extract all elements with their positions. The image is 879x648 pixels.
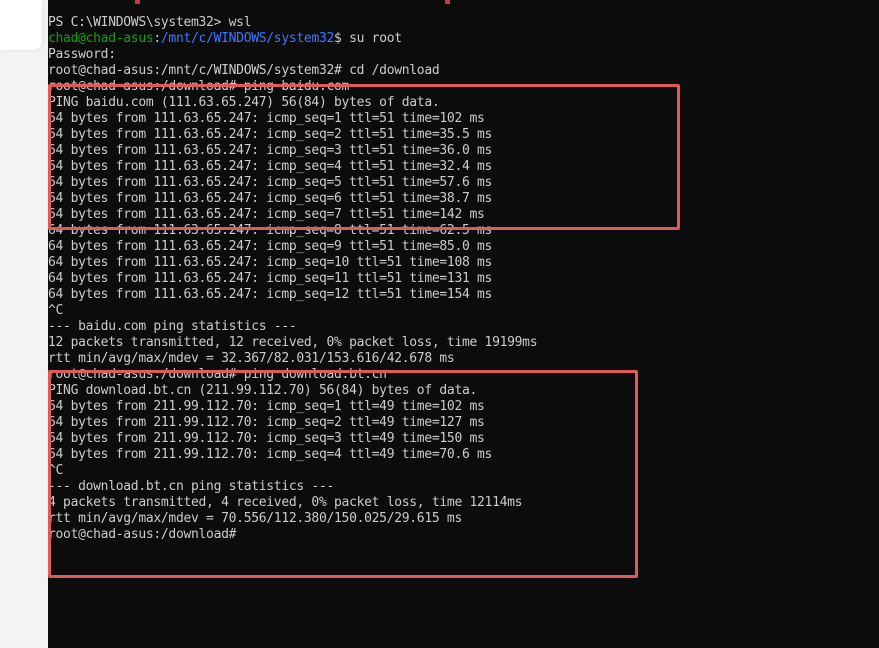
terminal-line: rtt min/avg/max/mdev = 32.367/82.031/153… — [48, 351, 537, 367]
screen: PS C:\WINDOWS\system32> wsl chad@chad-asu… — [0, 0, 879, 648]
terminal-line: 12 packets transmitted, 12 received, 0% … — [48, 335, 538, 351]
terminal-text-segment: 64 bytes from 111.63.65.247: icmp_seq=6 … — [48, 191, 493, 206]
terminal-text-segment: rtt min/avg/max/mdev = 32.367/82.031/153… — [48, 351, 455, 366]
terminal-text-segment: 64 bytes from 111.63.65.247: icmp_seq=2 … — [48, 127, 493, 142]
clipped-text-fragment — [445, 0, 450, 4]
terminal-text-segment: 64 bytes from 111.63.65.247: icmp_seq=11… — [48, 271, 493, 286]
terminal-line: 64 bytes from 111.63.65.247: icmp_seq=4 … — [48, 159, 537, 175]
terminal-text-segment: --- download.bt.cn ping statistics --- — [48, 479, 335, 494]
terminal-line: 64 bytes from 111.63.65.247: icmp_seq=11… — [48, 271, 537, 287]
terminal-text-segment: root@chad-asus:/download# ping download.… — [48, 367, 387, 382]
terminal-line: root@chad-asus:/download# ping download.… — [48, 367, 537, 383]
terminal-text-segment: 64 bytes from 111.63.65.247: icmp_seq=8 … — [48, 223, 493, 238]
terminal-text-segment: 64 bytes from 211.99.112.70: icmp_seq=3 … — [48, 431, 485, 446]
terminal-line: 64 bytes from 111.63.65.247: icmp_seq=5 … — [48, 175, 537, 191]
side-panel — [0, 0, 48, 648]
terminal-text-segment: root@chad-asus:/download# — [48, 527, 237, 542]
terminal-line: PS C:\WINDOWS\system32> wsl — [48, 15, 537, 31]
terminal-text-segment: root@chad-asus:/download# ping baidu.com — [48, 79, 350, 94]
terminal-text-segment: $ su root — [334, 31, 402, 46]
terminal-line: 64 bytes from 211.99.112.70: icmp_seq=3 … — [48, 431, 537, 447]
terminal-line: ^C — [48, 303, 537, 319]
terminal-text-segment: 64 bytes from 111.63.65.247: icmp_seq=7 … — [48, 207, 485, 222]
terminal-line: 64 bytes from 111.63.65.247: icmp_seq=6 … — [48, 191, 537, 207]
side-panel-card — [0, 0, 42, 50]
clipped-text-fragment — [135, 0, 140, 4]
terminal-text-segment: root@chad-asus:/mnt/c/WINDOWS/system32# … — [48, 63, 440, 78]
terminal-text-segment: 64 bytes from 211.99.112.70: icmp_seq=2 … — [48, 415, 485, 430]
terminal-line: chad@chad-asus:/mnt/c/WINDOWS/system32$ … — [48, 31, 537, 47]
terminal-line: 64 bytes from 111.63.65.247: icmp_seq=7 … — [48, 207, 537, 223]
terminal-text-segment: chad@chad-asus — [48, 31, 154, 46]
terminal-text-segment: ^C — [48, 463, 64, 478]
terminal-text-segment: ^C — [48, 303, 64, 318]
terminal-line: rtt min/avg/max/mdev = 70.556/112.380/15… — [48, 511, 537, 527]
terminal-text-segment: --- baidu.com ping statistics --- — [48, 319, 297, 334]
terminal-text-segment: PING download.bt.cn (211.99.112.70) 56(8… — [48, 383, 478, 398]
terminal-line: 64 bytes from 111.63.65.247: icmp_seq=9 … — [48, 239, 537, 255]
terminal-line: 64 bytes from 111.63.65.247: icmp_seq=3 … — [48, 143, 537, 159]
terminal-text-segment: : — [153, 31, 161, 46]
terminal-text-segment: PS C:\WINDOWS\system32> wsl — [48, 15, 252, 30]
terminal-line: --- baidu.com ping statistics --- — [48, 319, 537, 335]
terminal-line: 64 bytes from 211.99.112.70: icmp_seq=1 … — [48, 399, 537, 415]
terminal-line: Password: — [48, 47, 537, 63]
terminal-text-segment: rtt min/avg/max/mdev = 70.556/112.380/15… — [48, 511, 462, 526]
terminal-line: 64 bytes from 111.63.65.247: icmp_seq=12… — [48, 287, 537, 303]
terminal-text-segment: 64 bytes from 111.63.65.247: icmp_seq=5 … — [48, 175, 493, 190]
terminal-line: root@chad-asus:/download# — [48, 527, 537, 543]
terminal-output: PS C:\WINDOWS\system32> wsl chad@chad-asu… — [48, 15, 538, 543]
terminal-line: 64 bytes from 111.63.65.247: icmp_seq=8 … — [48, 223, 537, 239]
terminal-text-segment: 64 bytes from 111.63.65.247: icmp_seq=12… — [48, 287, 493, 302]
terminal-line: root@chad-asus:/mnt/c/WINDOWS/system32# … — [48, 63, 537, 79]
terminal-text-segment: PING baidu.com (111.63.65.247) 56(84) by… — [48, 95, 440, 110]
terminal-line: 64 bytes from 211.99.112.70: icmp_seq=2 … — [48, 415, 537, 431]
terminal-text-segment: 64 bytes from 111.63.65.247: icmp_seq=4 … — [48, 159, 493, 174]
terminal-window[interactable]: PS C:\WINDOWS\system32> wsl chad@chad-asu… — [48, 0, 879, 648]
terminal-text-segment: 64 bytes from 211.99.112.70: icmp_seq=1 … — [48, 399, 485, 414]
terminal-text-segment: 64 bytes from 111.63.65.247: icmp_seq=3 … — [48, 143, 493, 158]
terminal-text-segment: 64 bytes from 111.63.65.247: icmp_seq=1 … — [48, 111, 485, 126]
terminal-text-segment: 12 packets transmitted, 12 received, 0% … — [48, 335, 538, 350]
terminal-text-segment: Password: — [48, 47, 116, 62]
terminal-line: root@chad-asus:/download# ping baidu.com — [48, 79, 537, 95]
terminal-line: ^C — [48, 463, 537, 479]
terminal-text-segment: /mnt/c/WINDOWS/system32 — [160, 31, 335, 46]
terminal-line: --- download.bt.cn ping statistics --- — [48, 479, 537, 495]
terminal-line: 4 packets transmitted, 4 received, 0% pa… — [48, 495, 537, 511]
terminal-line: PING baidu.com (111.63.65.247) 56(84) by… — [48, 95, 537, 111]
terminal-text-segment: 64 bytes from 111.63.65.247: icmp_seq=10… — [48, 255, 493, 270]
terminal-line: 64 bytes from 111.63.65.247: icmp_seq=10… — [48, 255, 537, 271]
terminal-line: PING download.bt.cn (211.99.112.70) 56(8… — [48, 383, 537, 399]
terminal-line: 64 bytes from 111.63.65.247: icmp_seq=2 … — [48, 127, 537, 143]
terminal-text-segment: 4 packets transmitted, 4 received, 0% pa… — [48, 495, 523, 510]
terminal-text-segment: 64 bytes from 111.63.65.247: icmp_seq=9 … — [48, 239, 493, 254]
terminal-text-segment: 64 bytes from 211.99.112.70: icmp_seq=4 … — [48, 447, 493, 462]
terminal-line: 64 bytes from 211.99.112.70: icmp_seq=4 … — [48, 447, 537, 463]
terminal-line: 64 bytes from 111.63.65.247: icmp_seq=1 … — [48, 111, 537, 127]
